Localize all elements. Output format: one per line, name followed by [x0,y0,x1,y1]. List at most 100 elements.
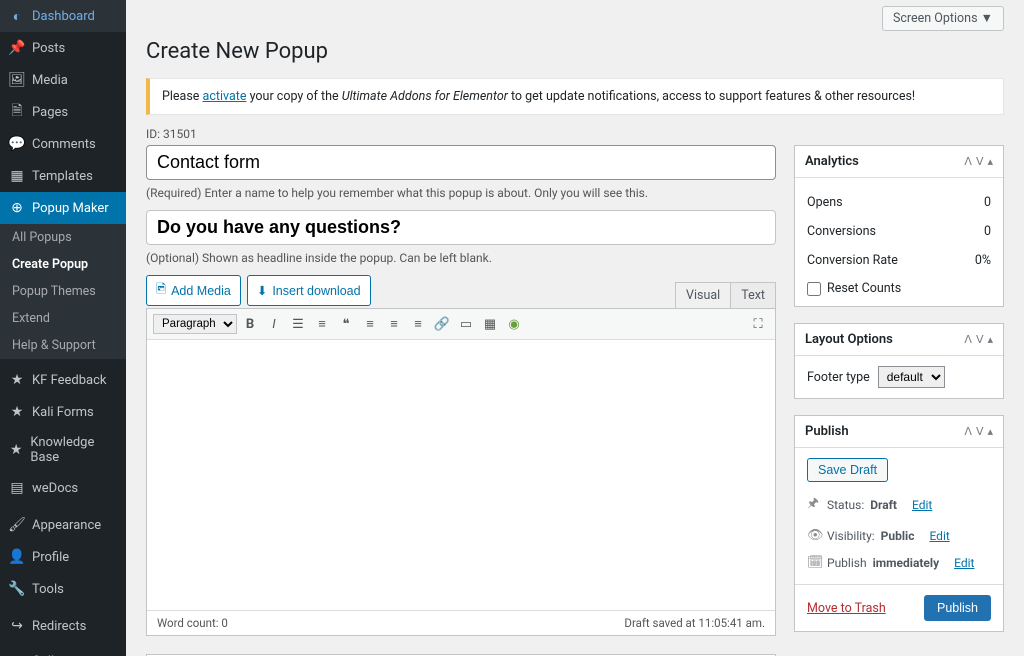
align-left-button[interactable]: ≡ [359,313,381,335]
move-up-icon[interactable]: ᐱ [964,333,972,346]
editor-content-area[interactable] [147,340,775,610]
sidebar-item-comments[interactable]: 💬Comments [0,128,126,160]
edit-status-link[interactable]: Edit [912,498,932,512]
brush-icon: 🖌 [8,516,26,534]
move-to-trash-link[interactable]: Move to Trash [807,601,886,616]
page-icon: 🗎 [8,103,26,121]
sidebar-sub-all-popups[interactable]: All Popups [0,224,126,251]
popup-icon: ⊕ [8,199,26,217]
sidebar-item-wedocs[interactable]: ▤weDocs [0,472,126,504]
sidebar-item-pages[interactable]: 🗎Pages [0,96,126,128]
schedule-value: immediately [873,556,940,570]
shortcode-button[interactable]: ◉ [503,313,525,335]
sidebar-sub-extend[interactable]: Extend [0,305,126,332]
more-button[interactable]: ▭ [455,313,477,335]
word-count: Word count: 0 [157,616,228,630]
popup-name-input[interactable] [146,145,776,180]
visibility-value: Public [881,529,915,543]
star-icon: ★ [8,441,24,459]
save-draft-button[interactable]: Save Draft [807,458,888,482]
sidebar-item-tools[interactable]: 🔧Tools [0,573,126,605]
link-button[interactable]: 🔗 [431,313,453,335]
move-up-icon[interactable]: ᐱ [964,155,972,168]
toolbar-toggle-button[interactable]: ▦ [479,313,501,335]
move-down-icon[interactable]: ᐯ [976,333,984,346]
analytics-box: Analytics ᐱᐯ▴ Opens0 Conversions0 Conver… [794,145,1004,307]
analytics-title: Analytics [805,154,859,169]
star-icon: ★ [8,403,26,421]
toggle-icon[interactable]: ▴ [987,155,993,168]
publish-box: Publish ᐱᐯ▴ Save Draft 🖈Status: Draft Ed… [794,415,1004,632]
editor-tab-visual[interactable]: Visual [675,282,730,308]
quote-button[interactable]: ❝ [335,313,357,335]
sidebar-item-appearance[interactable]: 🖌Appearance [0,509,126,541]
sidebar-item-kf-feedback[interactable]: ★KF Feedback [0,364,126,396]
activate-link[interactable]: activate [203,89,247,104]
toggle-icon[interactable]: ▴ [987,425,993,438]
ul-button[interactable]: ☰ [287,313,309,335]
bold-button[interactable]: B [239,313,261,335]
wrench-icon: 🔧 [8,580,26,598]
eye-icon: 👁 [807,528,821,543]
popup-headline-input[interactable] [146,210,776,245]
redirect-icon: ↪ [8,617,26,635]
fullscreen-button[interactable]: ⛶ [747,313,769,335]
sidebar-sub-help[interactable]: Help & Support [0,332,126,359]
sidebar-item-kali-forms[interactable]: ★Kali Forms [0,396,126,428]
conversions-value: 0 [984,224,991,239]
admin-sidebar: ◐Dashboard 📌Posts 🖼Media 🗎Pages 💬Comment… [0,0,126,656]
templates-icon: ▦ [8,167,26,185]
screen-options-button[interactable]: Screen Options ▼ [882,6,1004,31]
toggle-icon[interactable]: ▴ [987,333,993,346]
sidebar-item-redirects[interactable]: ↪Redirects [0,610,126,642]
media-icon: 🖼 [8,71,26,89]
publish-title: Publish [805,424,849,439]
sidebar-item-templates[interactable]: ▦Templates [0,160,126,192]
opens-value: 0 [984,195,991,210]
sidebar-sub-create-popup[interactable]: Create Popup [0,251,126,278]
page-title: Create New Popup [146,39,1004,64]
italic-button[interactable]: I [263,313,285,335]
doc-icon: ▤ [8,479,26,497]
opens-label: Opens [807,195,843,210]
sidebar-item-dashboard[interactable]: ◐Dashboard [0,0,126,32]
download-icon: ⬇ [257,283,267,298]
status-label: Status: [827,498,864,512]
conversion-rate-value: 0% [975,253,991,268]
sidebar-sub-popup-themes[interactable]: Popup Themes [0,278,126,305]
content-editor: Paragraph B I ☰ ≡ ❝ ≡ ≡ ≡ 🔗 ▭ ▦ ◉ ⛶ [146,308,776,636]
sidebar-item-posts[interactable]: 📌Posts [0,32,126,64]
reset-counts-checkbox[interactable] [807,282,821,296]
editor-tab-text[interactable]: Text [730,282,776,308]
calendar-icon: 🗓 [807,555,821,570]
draft-saved-label: Draft saved at 11:05:41 am. [624,616,765,630]
edit-schedule-link[interactable]: Edit [954,556,974,570]
footer-type-select[interactable]: default [878,366,945,388]
dashboard-icon: ◐ [8,7,26,25]
insert-download-button[interactable]: ⬇Insert download [247,275,371,306]
align-center-button[interactable]: ≡ [383,313,405,335]
edit-visibility-link[interactable]: Edit [929,529,949,543]
sidebar-item-profile[interactable]: 👤Profile [0,541,126,573]
add-media-button[interactable]: 🖻Add Media [146,275,241,306]
pin-icon: 🖈 [807,494,821,516]
move-up-icon[interactable]: ᐱ [964,425,972,438]
activation-notice: Please activate your copy of the Ultimat… [146,78,1004,115]
footer-type-label: Footer type [807,370,870,385]
layout-options-title: Layout Options [805,332,893,347]
format-select[interactable]: Paragraph [153,314,237,334]
sidebar-item-popup-maker[interactable]: ⊕Popup Maker [0,192,126,224]
align-right-button[interactable]: ≡ [407,313,429,335]
headline-hint: (Optional) Shown as headline inside the … [146,251,776,265]
move-down-icon[interactable]: ᐯ [976,425,984,438]
ol-button[interactable]: ≡ [311,313,333,335]
layout-options-box: Layout Options ᐱᐯ▴ Footer type default [794,323,1004,399]
move-down-icon[interactable]: ᐯ [976,155,984,168]
reset-counts-label[interactable]: Reset Counts [807,281,991,296]
publish-button[interactable]: Publish [924,595,991,621]
sidebar-item-media[interactable]: 🖼Media [0,64,126,96]
schedule-label: Publish [827,556,867,570]
sidebar-item-knowledge-base[interactable]: ★Knowledge Base [0,428,126,472]
sidebar-collapse[interactable]: ◀Collapse menu [0,647,126,656]
pin-icon: 📌 [8,39,26,57]
